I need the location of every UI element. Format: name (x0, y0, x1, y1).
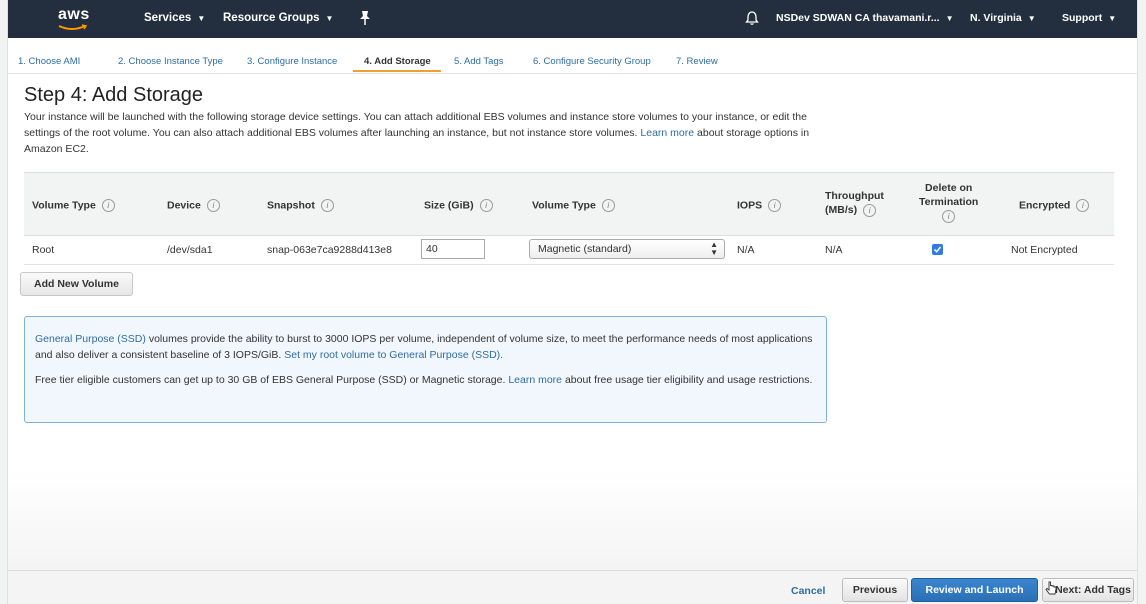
th-label: IOPS (737, 199, 763, 212)
th-snapshot: Snapshot i (267, 199, 334, 212)
general-purpose-link[interactable]: General Purpose (SSD) (35, 333, 146, 345)
cell-throughput: N/A (825, 244, 843, 256)
tab-configure-security-group[interactable]: 6. Configure Security Group (533, 56, 651, 67)
free-tier-learn-more-link[interactable]: Learn more (508, 374, 562, 386)
chevron-down-icon: ▼ (1027, 14, 1036, 23)
tab-choose-instance-type[interactable]: 2. Choose Instance Type (118, 56, 223, 67)
size-input[interactable] (421, 239, 485, 259)
info-paragraph-1: General Purpose (SSD) volumes provide th… (35, 331, 816, 363)
th-throughput: Throughput (MB/s) i (825, 189, 884, 217)
services-menu[interactable]: Services ▼ (144, 12, 205, 24)
checkmark-icon (933, 246, 942, 253)
th-device: Device i (167, 199, 220, 212)
volume-type-select[interactable]: Magnetic (standard) ▲ ▼ (529, 239, 725, 259)
page-description: Your instance will be launched with the … (24, 109, 844, 157)
delete-on-termination-checkbox[interactable] (932, 244, 943, 255)
cell-volume-type: Root (32, 244, 55, 256)
storage-table-header: Volume Type i Device i Snapshot i Size (GiB… (24, 172, 1114, 236)
pin-icon[interactable] (358, 10, 372, 26)
th-label: Snapshot (267, 199, 315, 212)
volume-type-selected: Magnetic (standard) (538, 243, 632, 255)
wizard-footer: Cancel Previous Review and Launch Next: … (8, 570, 1137, 604)
chevron-down-icon: ▼ (945, 14, 954, 23)
window-frame-left (0, 0, 8, 604)
th-label: Throughput (825, 190, 884, 202)
info-icon[interactable]: i (206, 199, 220, 212)
th-label: Device (167, 199, 201, 212)
cell-iops: N/A (737, 244, 755, 256)
select-arrows-icon: ▲ ▼ (710, 240, 718, 257)
info-icon[interactable]: i (863, 203, 877, 217)
set-root-volume-link[interactable]: Set my root volume to General Purpose (S… (284, 349, 503, 361)
tab-choose-ami[interactable]: 1. Choose AMI (18, 56, 80, 67)
bell-icon[interactable] (744, 10, 760, 26)
aws-smile-icon (58, 24, 88, 30)
account-label: NSDev SDWAN CA thavamani.r... (776, 12, 940, 24)
cancel-button[interactable]: Cancel (791, 585, 825, 597)
info-text-2: Free tier eligible customers can get up … (35, 374, 506, 386)
cell-encrypted: Not Encrypted (1011, 244, 1078, 256)
window-frame-right (1137, 0, 1146, 604)
support-label: Support (1062, 12, 1103, 24)
wizard-tabs: 1. Choose AMI 2. Choose Instance Type 3.… (8, 38, 1137, 74)
th-label: Delete on (925, 182, 973, 194)
aws-logo-text: aws (58, 6, 90, 23)
chevron-down-icon: ▼ (325, 14, 334, 23)
info-icon[interactable]: i (320, 199, 334, 212)
info-icon[interactable]: i (479, 199, 493, 212)
learn-more-link[interactable]: Learn more (640, 127, 694, 139)
info-text-2-tail: about free usage tier eligibility and us… (564, 374, 813, 386)
info-icon[interactable]: i (1076, 199, 1090, 212)
th-label: (MB/s) (825, 204, 858, 216)
chevron-down-icon: ▼ (1108, 14, 1117, 23)
th-encrypted: Encrypted i (1019, 199, 1090, 212)
cell-device: /dev/sda1 (167, 244, 213, 256)
services-label: Services (144, 12, 192, 24)
previous-button[interactable]: Previous (842, 578, 908, 602)
th-size: Size (GiB) i (424, 199, 493, 212)
support-menu[interactable]: Support ▼ (1062, 12, 1116, 24)
page-title: Step 4: Add Storage (24, 84, 204, 106)
resource-groups-menu[interactable]: Resource Groups ▼ (223, 12, 333, 24)
th-label: Volume Type (32, 199, 96, 212)
aws-logo[interactable]: aws (56, 4, 96, 34)
resource-groups-label: Resource Groups (223, 12, 320, 24)
info-icon[interactable]: i (101, 199, 115, 212)
th-label: Volume Type (532, 199, 596, 212)
add-new-volume-button[interactable]: Add New Volume (20, 272, 133, 296)
region-menu[interactable]: N. Virginia ▼ (970, 12, 1036, 24)
chevron-down-icon: ▼ (197, 14, 206, 23)
region-label: N. Virginia (970, 12, 1022, 24)
tab-add-tags[interactable]: 5. Add Tags (454, 56, 503, 67)
th-label: Size (GiB) (424, 199, 474, 212)
info-icon[interactable]: i (601, 199, 615, 212)
account-menu[interactable]: NSDev SDWAN CA thavamani.r... ▼ (776, 12, 954, 24)
top-navbar: aws Services ▼ Resource Groups ▼ NSDev SDW… (8, 0, 1137, 38)
cell-snapshot: snap-063e7ca9288d413e8 (267, 244, 392, 256)
info-icon[interactable]: i (768, 199, 782, 212)
info-paragraph-2: Free tier eligible customers can get up … (35, 372, 816, 388)
info-box: General Purpose (SSD) volumes provide th… (24, 316, 827, 423)
th-delete-on-termination: Delete on Termination i (919, 181, 978, 223)
th-label: Encrypted (1019, 199, 1071, 212)
active-tab-indicator (353, 52, 441, 72)
th-volume-type: Volume Type i (32, 199, 115, 212)
review-and-launch-button[interactable]: Review and Launch (911, 578, 1038, 602)
info-icon[interactable]: i (942, 209, 956, 223)
tab-review[interactable]: 7. Review (676, 56, 718, 67)
table-row: Root /dev/sda1 snap-063e7ca9288d413e8 Ma… (24, 236, 1114, 265)
footer-shade (8, 470, 1137, 570)
th-iops: IOPS i (737, 199, 782, 212)
tab-configure-instance[interactable]: 3. Configure Instance (247, 56, 337, 67)
th-volume-type-2: Volume Type i (532, 199, 615, 212)
hand-cursor-icon (1045, 581, 1057, 595)
th-label: Termination (919, 196, 979, 208)
